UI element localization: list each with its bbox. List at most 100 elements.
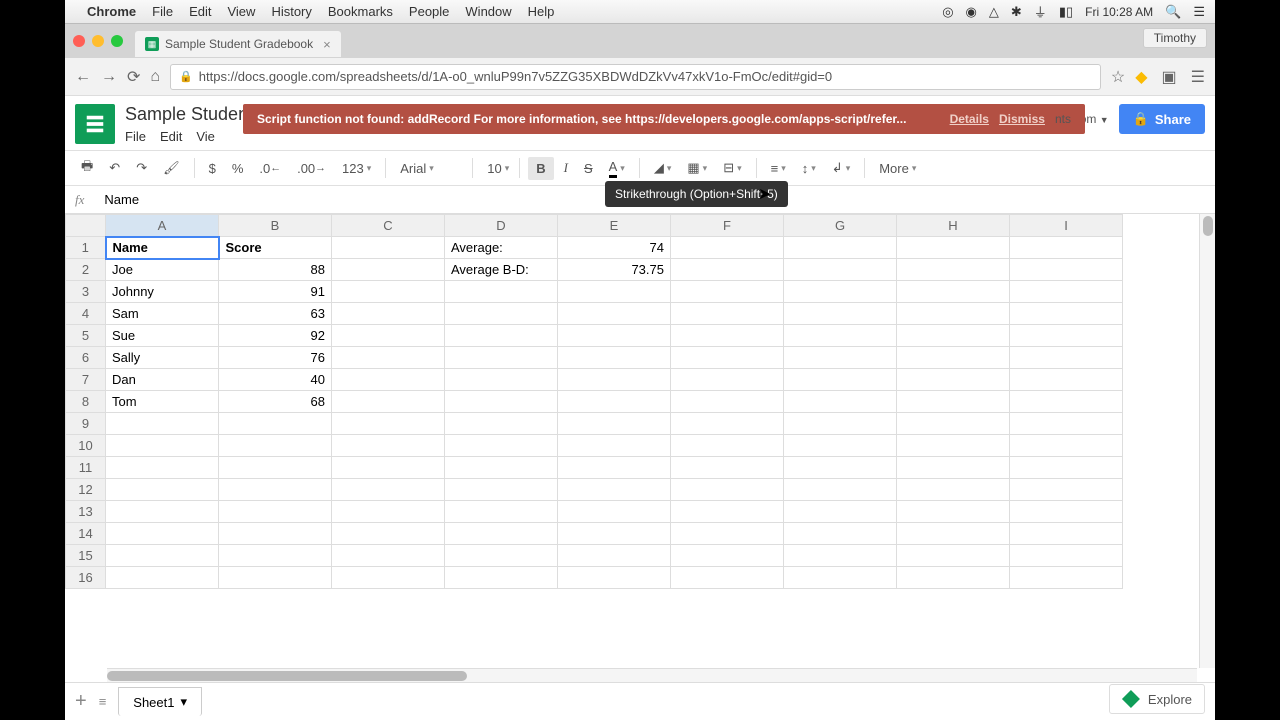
cell-G14[interactable] <box>784 523 897 545</box>
cell-B13[interactable] <box>219 501 332 523</box>
cell-E6[interactable] <box>558 347 671 369</box>
cell-A16[interactable] <box>106 567 219 589</box>
record-icon[interactable]: ◉ <box>966 4 977 20</box>
cell-A8[interactable]: Tom <box>106 391 219 413</box>
cell-H3[interactable] <box>897 281 1010 303</box>
cell-H13[interactable] <box>897 501 1010 523</box>
cell-B3[interactable]: 91 <box>219 281 332 303</box>
cell-A4[interactable]: Sam <box>106 303 219 325</box>
cell-I5[interactable] <box>1010 325 1123 347</box>
all-sheets-icon[interactable]: ≡ <box>99 694 107 709</box>
cell-B1[interactable]: Score <box>219 237 332 259</box>
menu-view-truncated[interactable]: Vie <box>196 129 215 144</box>
cell-B10[interactable] <box>219 435 332 457</box>
cell-D15[interactable] <box>445 545 558 567</box>
battery-icon[interactable]: ▮▯ <box>1059 4 1073 20</box>
row-header-7[interactable]: 7 <box>66 369 106 391</box>
cell-B15[interactable] <box>219 545 332 567</box>
cell-E15[interactable] <box>558 545 671 567</box>
decrease-decimal-button[interactable]: .0← <box>253 157 287 180</box>
cell-A7[interactable]: Dan <box>106 369 219 391</box>
cell-C4[interactable] <box>332 303 445 325</box>
col-header-B[interactable]: B <box>219 215 332 237</box>
bluetooth-icon[interactable]: ✱ <box>1011 4 1022 20</box>
cell-G5[interactable] <box>784 325 897 347</box>
col-header-G[interactable]: G <box>784 215 897 237</box>
cell-D4[interactable] <box>445 303 558 325</box>
cell-G7[interactable] <box>784 369 897 391</box>
cell-B6[interactable]: 76 <box>219 347 332 369</box>
cell-C1[interactable] <box>332 237 445 259</box>
mac-menu-edit[interactable]: Edit <box>189 4 211 19</box>
cell-F8[interactable] <box>671 391 784 413</box>
cell-E14[interactable] <box>558 523 671 545</box>
clock[interactable]: Fri 10:28 AM <box>1085 5 1153 19</box>
cell-C7[interactable] <box>332 369 445 391</box>
cell-F12[interactable] <box>671 479 784 501</box>
text-color-button[interactable]: A▾ <box>603 155 631 182</box>
tab-close-icon[interactable]: × <box>323 37 331 52</box>
cell-D1[interactable]: Average: <box>445 237 558 259</box>
cell-I4[interactable] <box>1010 303 1123 325</box>
cell-C3[interactable] <box>332 281 445 303</box>
mac-menu-window[interactable]: Window <box>465 4 511 19</box>
cast-icon[interactable]: ▣ <box>1162 67 1177 87</box>
cell-I2[interactable] <box>1010 259 1123 281</box>
cell-D2[interactable]: Average B-D: <box>445 259 558 281</box>
cell-A10[interactable] <box>106 435 219 457</box>
cell-F16[interactable] <box>671 567 784 589</box>
col-header-C[interactable]: C <box>332 215 445 237</box>
menu-icon[interactable]: ☰ <box>1193 4 1205 20</box>
cell-D10[interactable] <box>445 435 558 457</box>
spreadsheet-grid[interactable]: ABCDEFGHI1NameScoreAverage:742Joe88Avera… <box>65 214 1123 589</box>
col-header-D[interactable]: D <box>445 215 558 237</box>
drive-ext-icon[interactable]: ◆ <box>1135 67 1147 87</box>
wifi-icon[interactable]: ⏚ <box>1034 2 1047 21</box>
col-header-A[interactable]: A <box>106 215 219 237</box>
cell-I11[interactable] <box>1010 457 1123 479</box>
cell-E4[interactable] <box>558 303 671 325</box>
cell-I1[interactable] <box>1010 237 1123 259</box>
cell-C14[interactable] <box>332 523 445 545</box>
row-header-4[interactable]: 4 <box>66 303 106 325</box>
row-header-9[interactable]: 9 <box>66 413 106 435</box>
cell-A2[interactable]: Joe <box>106 259 219 281</box>
cell-E13[interactable] <box>558 501 671 523</box>
cell-F3[interactable] <box>671 281 784 303</box>
font-select[interactable]: Arial▾ <box>394 157 464 180</box>
share-button[interactable]: 🔒 Share <box>1119 104 1205 134</box>
cell-G9[interactable] <box>784 413 897 435</box>
cell-I14[interactable] <box>1010 523 1123 545</box>
cell-H16[interactable] <box>897 567 1010 589</box>
cell-F6[interactable] <box>671 347 784 369</box>
error-details-link[interactable]: Details <box>950 112 989 126</box>
cell-I7[interactable] <box>1010 369 1123 391</box>
cell-C15[interactable] <box>332 545 445 567</box>
cell-A13[interactable] <box>106 501 219 523</box>
sheet-dropdown-icon[interactable]: ▾ <box>180 694 187 710</box>
italic-button[interactable]: I <box>558 156 574 180</box>
mac-app-name[interactable]: Chrome <box>87 4 136 19</box>
cell-E3[interactable] <box>558 281 671 303</box>
row-header-16[interactable]: 16 <box>66 567 106 589</box>
cell-D8[interactable] <box>445 391 558 413</box>
menu-edit[interactable]: Edit <box>160 129 182 144</box>
row-header-1[interactable]: 1 <box>66 237 106 259</box>
cell-C8[interactable] <box>332 391 445 413</box>
cell-G8[interactable] <box>784 391 897 413</box>
cell-E10[interactable] <box>558 435 671 457</box>
cell-F10[interactable] <box>671 435 784 457</box>
cell-G6[interactable] <box>784 347 897 369</box>
home-button[interactable]: ⌂ <box>150 68 160 86</box>
cell-I3[interactable] <box>1010 281 1123 303</box>
cell-G4[interactable] <box>784 303 897 325</box>
cell-H2[interactable] <box>897 259 1010 281</box>
v-align-icon[interactable]: ↕▾ <box>796 157 822 180</box>
window-close-button[interactable] <box>73 35 85 47</box>
drive-icon[interactable]: △ <box>989 4 999 20</box>
row-header-8[interactable]: 8 <box>66 391 106 413</box>
cell-G15[interactable] <box>784 545 897 567</box>
mac-menu-help[interactable]: Help <box>528 4 555 19</box>
window-minimize-button[interactable] <box>92 35 104 47</box>
row-header-3[interactable]: 3 <box>66 281 106 303</box>
